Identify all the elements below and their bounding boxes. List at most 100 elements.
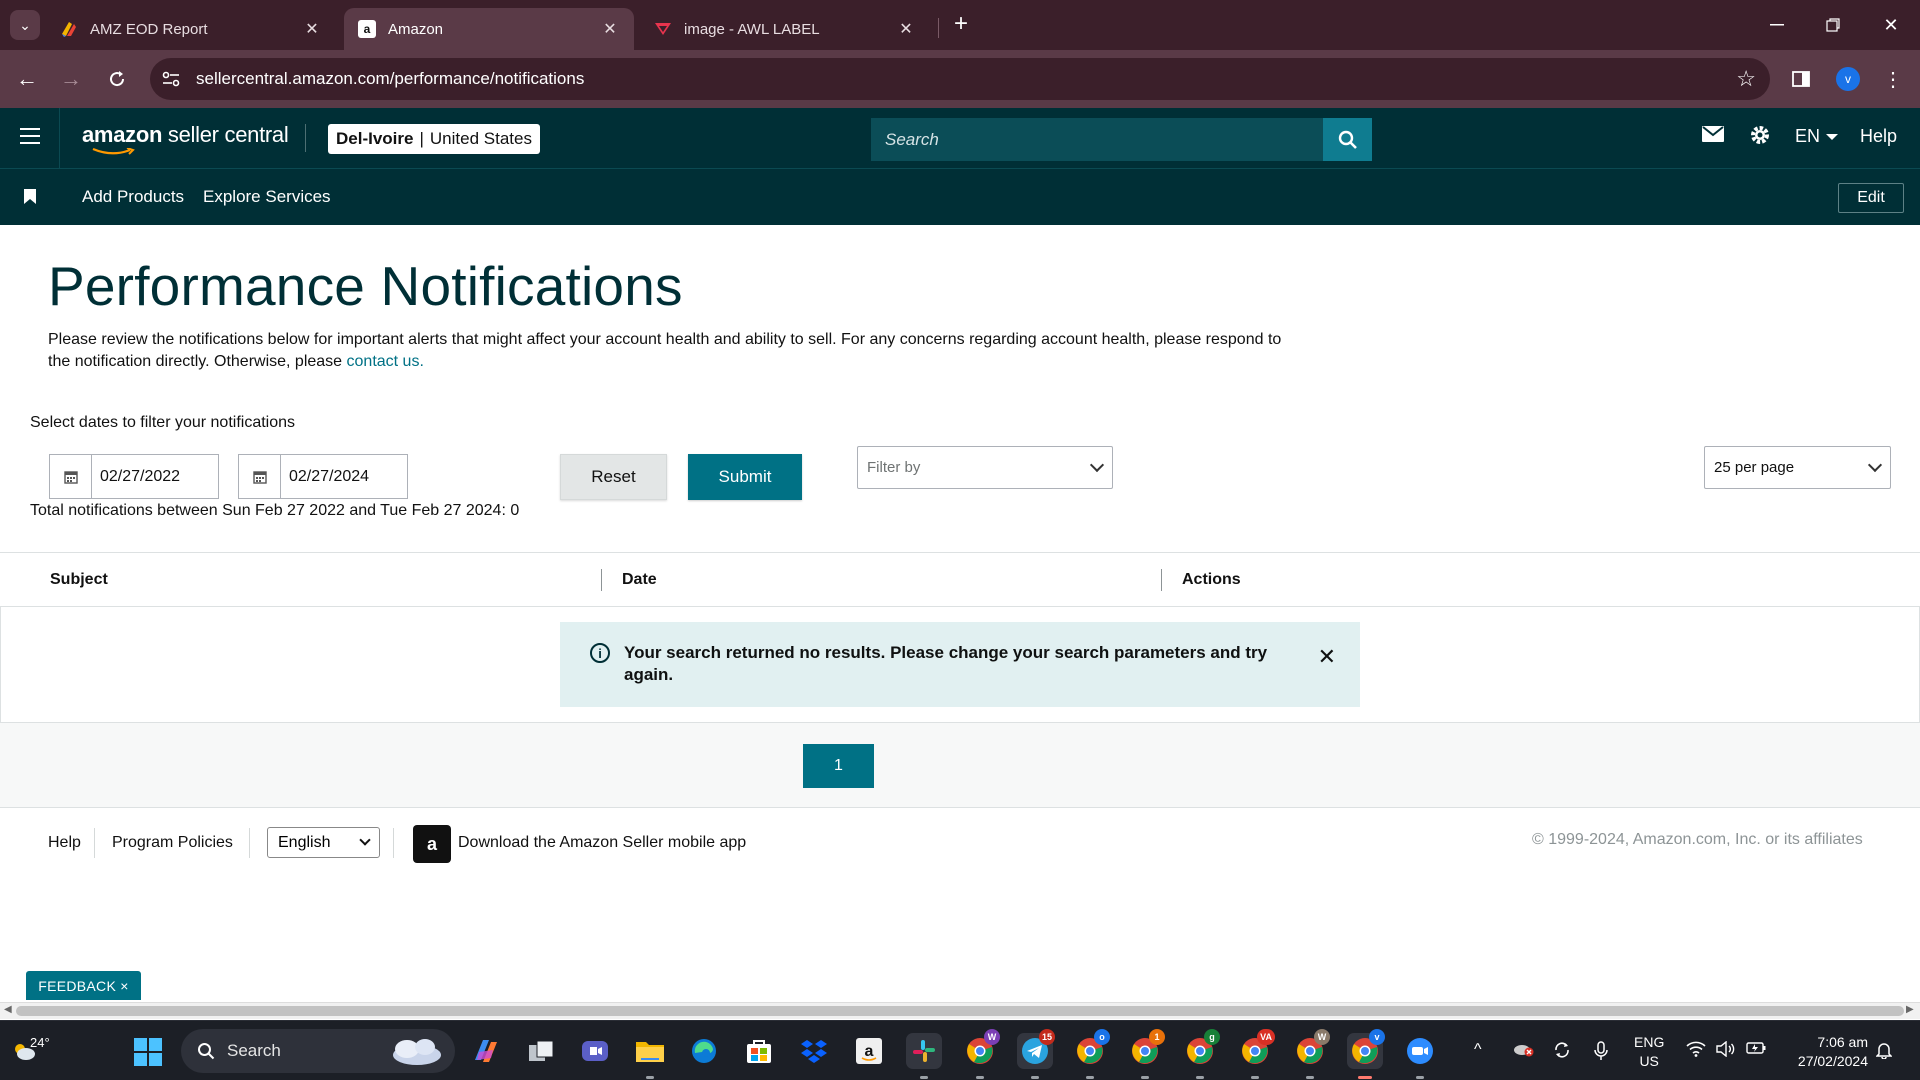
more-menu-icon[interactable]: ⋮ <box>1878 64 1908 94</box>
store-name: Del-Ivoire <box>336 129 414 148</box>
onedrive-error-icon[interactable] <box>1512 1041 1534 1062</box>
calendar-icon[interactable] <box>50 455 92 498</box>
footer-divider <box>94 828 95 858</box>
bookmark-icon[interactable] <box>24 189 36 204</box>
minimize-icon[interactable] <box>1762 10 1792 40</box>
date-from-field[interactable]: 02/27/2022 <box>49 454 219 499</box>
feedback-button[interactable]: FEEDBACK × <box>26 971 141 1000</box>
search-icon <box>198 1043 215 1060</box>
bookmark-star-icon[interactable]: ☆ <box>1736 66 1756 92</box>
dropbox-icon[interactable] <box>796 1033 832 1069</box>
column-subject[interactable]: Subject <box>50 571 108 589</box>
scrollbar-thumb[interactable] <box>16 1006 1904 1016</box>
chrome-profile-o-icon[interactable]: o <box>1072 1029 1110 1079</box>
new-tab-plus-icon[interactable]: + <box>948 12 974 38</box>
language-switcher[interactable]: EN <box>1795 126 1839 147</box>
slack-icon[interactable] <box>906 1033 942 1079</box>
restore-icon[interactable] <box>1818 10 1848 40</box>
close-icon[interactable]: ✕ <box>600 19 620 39</box>
reset-button[interactable]: Reset <box>560 454 667 500</box>
column-date[interactable]: Date <box>622 571 657 589</box>
tab-search-button[interactable]: ⌄ <box>10 10 40 40</box>
contact-us-link[interactable]: contact us. <box>347 353 424 370</box>
logo-seller-central-text: seller central <box>162 122 289 147</box>
calendar-icon[interactable] <box>239 455 281 498</box>
site-settings-icon[interactable] <box>160 68 182 90</box>
amazon-app-icon[interactable]: a <box>413 825 451 863</box>
no-results-alert: i Your search returned no results. Pleas… <box>560 622 1360 707</box>
edge-icon[interactable] <box>686 1033 722 1069</box>
tab-amazon[interactable]: a Amazon ✕ <box>344 8 634 50</box>
submit-button[interactable]: Submit <box>688 454 802 500</box>
footer-language-select[interactable]: English <box>267 827 380 858</box>
chrome-profile-w-icon[interactable]: W <box>962 1029 1000 1079</box>
nav-add-products[interactable]: Add Products <box>82 187 184 207</box>
copilot-icon[interactable] <box>468 1033 504 1069</box>
mail-icon[interactable] <box>1702 126 1724 142</box>
page-button-current[interactable]: 1 <box>803 744 874 788</box>
download-app-link[interactable]: Download the Amazon Seller mobile app <box>458 834 746 852</box>
chrome-profile-1-icon[interactable]: 1 <box>1127 1029 1165 1079</box>
notification-bell-icon[interactable] <box>1875 1041 1893 1064</box>
address-bar[interactable]: sellercentral.amazon.com/performance/not… <box>150 58 1770 100</box>
tab-awl-label[interactable]: image - AWL LABEL ✕ <box>640 8 930 50</box>
date-to-field[interactable]: 02/27/2024 <box>238 454 408 499</box>
chrome-profile-va-icon[interactable]: VA <box>1237 1029 1275 1079</box>
chrome-profile-g-icon[interactable]: g <box>1182 1029 1220 1079</box>
telegram-icon[interactable]: 15 <box>1017 1029 1055 1079</box>
pagination: 1 <box>0 723 1920 808</box>
input-language[interactable]: ENG US <box>1634 1033 1664 1071</box>
task-view-icon[interactable] <box>523 1033 559 1069</box>
help-link[interactable]: Help <box>1860 126 1897 147</box>
chrome-profile-w2-icon[interactable]: W <box>1292 1029 1330 1079</box>
store-switcher[interactable]: Del-Ivoire | United States <box>328 124 540 154</box>
chevron-up-icon[interactable]: ^ <box>1474 1041 1482 1059</box>
sync-icon[interactable] <box>1553 1041 1571 1064</box>
close-icon[interactable]: ✕ <box>1318 644 1336 670</box>
file-explorer-icon[interactable] <box>632 1033 668 1079</box>
amazon-app-taskbar-icon[interactable]: a <box>851 1033 887 1069</box>
hamburger-menu-icon[interactable] <box>20 128 40 144</box>
microphone-icon[interactable] <box>1594 1041 1608 1066</box>
chrome-profile-v-icon[interactable]: v <box>1347 1029 1385 1079</box>
per-page-select[interactable]: 25 per page <box>1704 446 1891 489</box>
filter-by-select[interactable]: Filter by <box>857 446 1113 489</box>
scroll-right-icon[interactable]: ▶ <box>1906 1004 1914 1015</box>
zoom-icon[interactable] <box>1402 1033 1438 1079</box>
search-input[interactable] <box>871 118 1323 161</box>
weather-widget[interactable]: 24° <box>12 1035 50 1065</box>
side-panel-icon[interactable] <box>1786 64 1816 94</box>
profile-badge: o <box>1094 1029 1110 1045</box>
forward-arrow-icon[interactable]: → <box>56 64 86 94</box>
search-button[interactable] <box>1323 118 1372 161</box>
teams-chat-icon[interactable] <box>577 1033 613 1069</box>
colorful-app-icon <box>60 20 78 38</box>
volume-icon[interactable] <box>1716 1040 1736 1062</box>
windows-start-icon[interactable] <box>134 1038 162 1066</box>
clock[interactable]: 7:06 am 27/02/2024 <box>1782 1033 1868 1071</box>
tab-amz-eod-report[interactable]: AMZ EOD Report ✕ <box>46 8 336 50</box>
close-window-icon[interactable]: ✕ <box>1876 10 1906 40</box>
footer-divider <box>249 828 250 858</box>
scroll-left-icon[interactable]: ◀ <box>4 1004 12 1015</box>
footer-program-policies-link[interactable]: Program Policies <box>112 834 233 852</box>
close-icon[interactable]: ✕ <box>896 19 916 39</box>
wifi-icon[interactable] <box>1686 1041 1706 1062</box>
taskbar-search[interactable]: Search <box>181 1029 455 1073</box>
edit-button[interactable]: Edit <box>1838 183 1904 213</box>
close-icon[interactable]: ✕ <box>302 19 322 39</box>
back-arrow-icon[interactable]: ← <box>12 64 42 94</box>
gear-icon[interactable] <box>1749 124 1771 146</box>
footer-help-link[interactable]: Help <box>48 834 81 852</box>
intro-text: Please review the notifications below fo… <box>48 329 1288 373</box>
nav-explore-services[interactable]: Explore Services <box>203 187 331 207</box>
microsoft-store-icon[interactable] <box>741 1033 777 1069</box>
search-icon <box>1338 130 1357 149</box>
battery-icon[interactable] <box>1746 1041 1766 1060</box>
running-indicator <box>1086 1076 1094 1079</box>
seller-central-logo[interactable]: amazon seller central <box>82 122 289 148</box>
horizontal-scrollbar[interactable]: ◀ ▶ <box>0 1002 1920 1019</box>
profile-avatar[interactable]: v <box>1836 67 1860 91</box>
reload-icon[interactable] <box>102 64 132 94</box>
browser-toolbar: ← → sellercentral.amazon.com/performance… <box>0 50 1920 108</box>
